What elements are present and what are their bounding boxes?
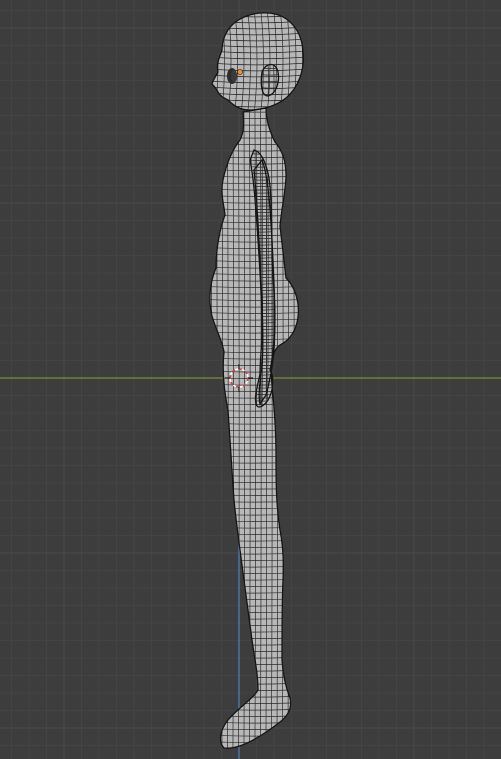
- 3d-viewport[interactable]: [0, 0, 501, 759]
- viewport-scene[interactable]: [0, 0, 501, 759]
- eye-detail: [227, 68, 237, 84]
- object-origin-icon[interactable]: [237, 69, 243, 75]
